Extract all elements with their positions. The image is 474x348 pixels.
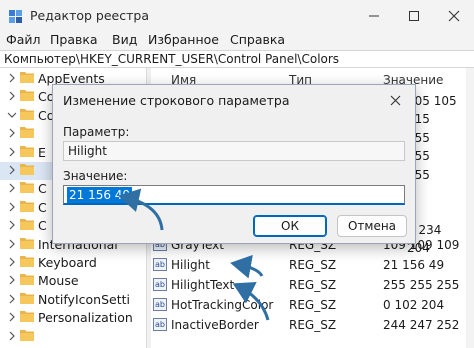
menu-edit[interactable]: Правка [50, 32, 98, 47]
minimize-icon [369, 15, 379, 17]
tree-item[interactable] [0, 328, 146, 346]
folder-icon [20, 274, 34, 286]
value-type: REG_SZ [289, 298, 337, 312]
string-value-icon: ab [153, 298, 167, 311]
tree-item[interactable]: NotifyIconSetti [0, 291, 146, 309]
folder-icon [20, 200, 34, 212]
parameter-name-field: Hilight [63, 141, 405, 161]
value-data: 255 255 255 [383, 278, 460, 292]
menu-help[interactable]: Справка [230, 32, 285, 47]
maximize-icon [409, 11, 419, 21]
chevron-right-icon[interactable] [6, 293, 18, 305]
value-name: Hilight [171, 258, 210, 272]
address-bar[interactable]: Компьютер\HKEY_CURRENT_USER\Control Pane… [0, 50, 474, 68]
close-icon [390, 95, 400, 105]
registry-editor-icon [9, 10, 22, 23]
table-row[interactable]: ab HilightText REG_SZ 255 255 255 [151, 276, 474, 294]
value-data: 0 102 204 [383, 298, 445, 312]
parameter-label: Параметр: [63, 125, 130, 139]
chevron-right-icon[interactable] [6, 146, 18, 158]
table-row[interactable]: ab InactiveBorder REG_SZ 244 247 252 [151, 316, 474, 334]
tree-item-label: Personalization [38, 310, 133, 326]
folder-icon [20, 127, 34, 139]
menu-bar: Файл Правка Вид Избранное Справка [0, 30, 474, 50]
tree-item-label: C [38, 181, 47, 197]
dialog-close-button[interactable] [383, 89, 407, 111]
chevron-right-icon[interactable] [6, 127, 18, 139]
vertical-scrollbar[interactable] [466, 68, 474, 348]
window-title: Редактор реестра [30, 8, 149, 23]
tree-item-label: Keyboard [38, 255, 97, 270]
folder-icon [20, 329, 34, 341]
table-row[interactable]: ab Hilight REG_SZ 21 156 49 [151, 256, 474, 274]
maximize-button[interactable] [394, 4, 434, 28]
value-type: REG_SZ [289, 318, 337, 332]
close-icon [448, 10, 460, 22]
folder-icon [20, 164, 34, 175]
tree-item[interactable]: Mouse [0, 272, 146, 290]
value-data: 244 247 252 [383, 318, 460, 332]
tree-item-label: E [38, 144, 46, 160]
chevron-right-icon[interactable] [6, 274, 18, 286]
close-button[interactable] [434, 4, 474, 28]
tree-item-label: C [38, 199, 47, 215]
table-row[interactable]: ab HotTrackingColor REG_SZ 0 102 204 [151, 296, 474, 314]
chevron-right-icon[interactable] [6, 72, 18, 84]
chevron-right-icon[interactable] [6, 90, 18, 102]
folder-icon [20, 292, 34, 304]
folder-icon [20, 72, 34, 83]
value-type: REG_SZ [289, 258, 337, 272]
chevron-right-icon[interactable] [6, 238, 18, 250]
folder-icon [20, 145, 34, 157]
chevron-right-icon[interactable] [6, 201, 18, 213]
menu-file[interactable]: Файл [6, 32, 41, 47]
folder-icon [20, 108, 34, 120]
value-name: InactiveBorder [171, 318, 259, 332]
folder-icon [20, 182, 34, 194]
tree-item-label: NotifyIconSetti [38, 291, 130, 307]
value-name: HotTrackingColor [171, 298, 274, 312]
folder-icon [20, 311, 34, 323]
string-value-icon: ab [153, 258, 167, 271]
value-input[interactable]: 21 156 49 [63, 185, 405, 205]
value-selected-text: 21 156 49 [67, 187, 133, 203]
tree-item[interactable]: Keyboard [0, 254, 146, 272]
parameter-name-text: Hilight [68, 144, 107, 158]
registry-editor-window: Редактор реестра Файл Правка Вид Избранн… [0, 0, 474, 348]
dialog-title: Изменение строкового параметра [63, 93, 290, 108]
value-label: Значение: [63, 169, 128, 183]
minimize-button[interactable] [354, 4, 394, 28]
folder-icon [20, 256, 34, 267]
title-bar: Редактор реестра [0, 0, 474, 32]
chevron-right-icon[interactable] [6, 219, 18, 231]
folder-icon [20, 90, 34, 102]
chevron-right-icon[interactable] [6, 311, 18, 323]
string-value-icon: ab [153, 318, 167, 331]
edit-string-dialog: Изменение строкового параметра Параметр:… [52, 84, 416, 244]
chevron-right-icon[interactable] [6, 164, 18, 176]
address-path: Компьютер\HKEY_CURRENT_USER\Control Pane… [4, 52, 340, 66]
tree-item[interactable]: Personalization [0, 309, 146, 327]
tree-item-label: C [38, 218, 47, 234]
menu-favorites[interactable]: Избранное [148, 32, 219, 47]
chevron-right-icon[interactable] [6, 182, 18, 194]
chevron-right-icon[interactable] [6, 330, 18, 342]
cancel-button[interactable]: Отмена [337, 215, 407, 237]
tree-item-label: Mouse [38, 273, 79, 289]
string-value-icon: ab [153, 278, 167, 291]
folder-icon [20, 237, 34, 249]
folder-icon [20, 219, 34, 231]
chevron-right-icon[interactable] [6, 256, 18, 268]
value-type: REG_SZ [289, 278, 337, 292]
value-data: 21 156 49 [383, 258, 445, 272]
chevron-down-icon[interactable] [6, 109, 18, 121]
menu-view[interactable]: Вид [112, 32, 137, 47]
value-name: HilightText [171, 278, 235, 292]
ok-button[interactable]: ОК [253, 215, 327, 237]
